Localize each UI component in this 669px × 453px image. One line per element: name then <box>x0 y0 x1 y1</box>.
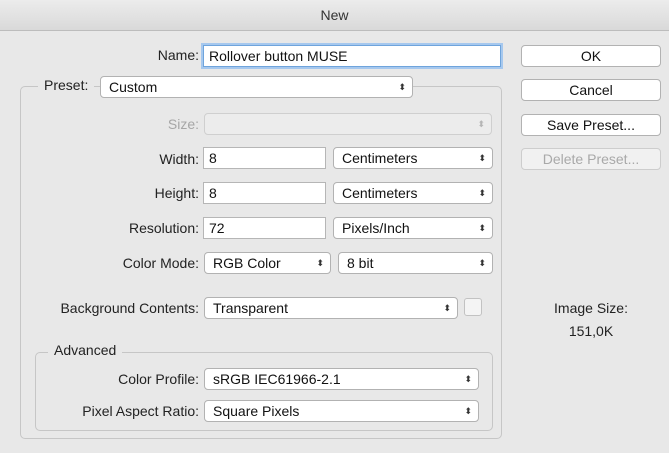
color-profile-value: sRGB IEC61966-2.1 <box>213 371 341 387</box>
preset-select[interactable]: Custom ⬍ <box>100 76 413 98</box>
advanced-title: Advanced <box>48 342 123 358</box>
height-input[interactable]: 8 <box>203 182 326 204</box>
color-profile-select[interactable]: sRGB IEC61966-2.1 ⬍ <box>204 368 479 390</box>
width-label: Width: <box>159 151 199 167</box>
pixel-aspect-ratio-select[interactable]: Square Pixels ⬍ <box>204 400 479 422</box>
bit-depth-select[interactable]: 8 bit ⬍ <box>338 252 493 274</box>
background-contents-label: Background Contents: <box>60 300 199 316</box>
title-bar: New <box>0 0 669 31</box>
pixel-aspect-ratio-value: Square Pixels <box>213 403 300 419</box>
width-unit-select[interactable]: Centimeters ⬍ <box>333 147 493 169</box>
resolution-input[interactable]: 72 <box>203 217 326 239</box>
cancel-button[interactable]: Cancel <box>521 79 661 101</box>
name-input[interactable]: Rollover button MUSE <box>203 45 501 67</box>
background-contents-select[interactable]: Transparent ⬍ <box>204 297 458 319</box>
background-color-swatch[interactable] <box>464 298 482 316</box>
up-down-chevron-icon: ⬍ <box>464 374 472 384</box>
height-label: Height: <box>154 185 199 201</box>
background-contents-value: Transparent <box>213 300 288 316</box>
up-down-chevron-icon: ⬍ <box>478 223 486 233</box>
width-input[interactable]: 8 <box>203 147 326 169</box>
resolution-unit-select[interactable]: Pixels/Inch ⬍ <box>333 217 493 239</box>
up-down-chevron-icon: ⬍ <box>478 258 486 268</box>
pixel-aspect-ratio-label: Pixel Aspect Ratio: <box>82 403 199 419</box>
size-select: ⬍ <box>204 113 492 135</box>
preset-value: Custom <box>109 79 158 95</box>
resolution-label: Resolution: <box>128 220 199 236</box>
window-title: New <box>320 7 349 23</box>
preset-label: Preset: <box>38 77 95 93</box>
up-down-chevron-icon: ⬍ <box>464 406 472 416</box>
ok-button[interactable]: OK <box>521 45 661 67</box>
image-size-label: Image Size: <box>554 300 628 316</box>
up-down-chevron-icon: ⬍ <box>477 119 485 129</box>
color-mode-select[interactable]: RGB Color ⬍ <box>204 252 331 274</box>
size-label: Size: <box>167 116 199 132</box>
up-down-chevron-icon: ⬍ <box>398 82 406 92</box>
color-profile-label: Color Profile: <box>118 371 199 387</box>
resolution-unit-value: Pixels/Inch <box>342 220 410 236</box>
width-unit-value: Centimeters <box>342 150 418 166</box>
delete-preset-button: Delete Preset... <box>521 148 661 170</box>
up-down-chevron-icon: ⬍ <box>316 258 324 268</box>
image-size-value: 151,0K <box>568 323 614 339</box>
color-mode-value: RGB Color <box>213 255 281 271</box>
up-down-chevron-icon: ⬍ <box>478 188 486 198</box>
height-unit-select[interactable]: Centimeters ⬍ <box>333 182 493 204</box>
bit-depth-value: 8 bit <box>347 255 374 271</box>
save-preset-button[interactable]: Save Preset... <box>521 114 661 136</box>
name-label: Name: <box>157 47 199 63</box>
up-down-chevron-icon: ⬍ <box>443 303 451 313</box>
height-unit-value: Centimeters <box>342 185 418 201</box>
color-mode-label: Color Mode: <box>122 255 199 271</box>
up-down-chevron-icon: ⬍ <box>478 153 486 163</box>
